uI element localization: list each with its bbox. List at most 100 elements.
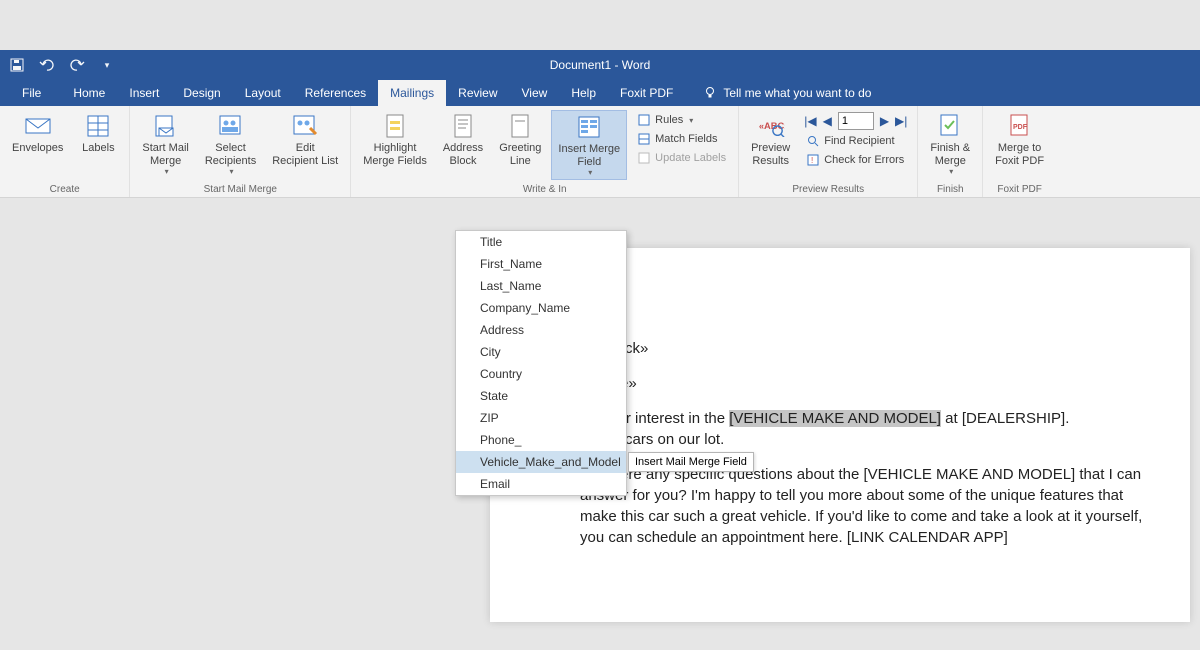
preview-results-button[interactable]: «ABC» Preview Results	[745, 110, 796, 169]
find-recipient-label: Find Recipient	[824, 135, 894, 147]
start-mail-merge-label: Start Mail Merge	[142, 142, 188, 167]
para-2: Are there any specific questions about t…	[580, 464, 1150, 548]
greeting-line-field: ingLine»	[580, 373, 1150, 394]
para-1: for your interest in the [VEHICLE MAKE A…	[580, 408, 1150, 450]
merge-field-option[interactable]: Company_Name	[456, 297, 626, 319]
edit-recipient-list-button[interactable]: Edit Recipient List	[266, 110, 344, 169]
lightbulb-icon	[703, 86, 717, 100]
find-recipient-button[interactable]: Find Recipient	[804, 133, 907, 149]
merge-field-option[interactable]: Phone_	[456, 429, 626, 451]
save-icon[interactable]	[8, 56, 26, 74]
qat-customize-icon[interactable]: ▾	[98, 56, 116, 74]
svg-text:PDF: PDF	[1013, 124, 1028, 131]
recipients-icon	[217, 112, 245, 140]
match-fields-icon	[637, 132, 651, 146]
merge-field-option[interactable]: State	[456, 385, 626, 407]
tab-review[interactable]: Review	[446, 80, 509, 106]
tab-references[interactable]: References	[293, 80, 378, 106]
first-record-icon[interactable]: |◀	[804, 114, 816, 128]
prev-record-icon[interactable]: ◀	[823, 114, 832, 128]
tab-home[interactable]: Home	[61, 80, 117, 106]
merge-field-option[interactable]: ZIP	[456, 407, 626, 429]
menu-bar: File Home Insert Design Layout Reference…	[0, 80, 1200, 106]
merge-field-dropdown: TitleFirst_NameLast_NameCompany_NameAddr…	[455, 230, 627, 496]
select-recipients-button[interactable]: Select Recipients▾	[199, 110, 262, 178]
merge-field-option[interactable]: Vehicle_Make_and_Model	[456, 451, 626, 473]
address-block-icon	[449, 112, 477, 140]
insert-merge-field-label: Insert Merge Field	[558, 143, 620, 168]
chevron-down-icon: ▾	[689, 116, 693, 125]
chevron-down-icon: ▾	[949, 167, 953, 176]
finish-merge-button[interactable]: Finish & Merge▾	[924, 110, 976, 178]
finish-merge-label: Finish & Merge	[930, 142, 970, 167]
labels-icon	[84, 112, 112, 140]
greeting-line-label: Greeting Line	[499, 142, 541, 167]
merge-field-option[interactable]: Last_Name	[456, 275, 626, 297]
tell-me-search[interactable]: Tell me what you want to do	[703, 80, 871, 106]
group-create-label: Create	[50, 184, 80, 195]
search-icon	[806, 134, 820, 148]
greeting-line-icon	[506, 112, 534, 140]
tell-me-label: Tell me what you want to do	[723, 86, 871, 100]
labels-button[interactable]: Labels	[73, 110, 123, 157]
select-recipients-label: Select Recipients	[205, 142, 256, 167]
tab-help[interactable]: Help	[559, 80, 608, 106]
match-fields-label: Match Fields	[655, 133, 717, 145]
update-labels-button: Update Labels	[635, 150, 728, 166]
tab-mailings[interactable]: Mailings	[378, 80, 446, 106]
highlight-merge-fields-button[interactable]: Highlight Merge Fields	[357, 110, 433, 169]
tab-design[interactable]: Design	[171, 80, 232, 106]
selected-text: [VEHICLE MAKE AND MODEL]	[729, 410, 941, 427]
group-start-label: Start Mail Merge	[204, 184, 277, 195]
envelopes-button[interactable]: Envelopes	[6, 110, 69, 157]
merge-field-option[interactable]: First_Name	[456, 253, 626, 275]
address-block-button[interactable]: Address Block	[437, 110, 489, 169]
merge-field-option[interactable]: Email	[456, 473, 626, 495]
address-block-label: Address Block	[443, 142, 483, 167]
title-bar: ▾ Document1 - Word	[0, 50, 1200, 80]
merge-to-foxit-button[interactable]: PDF Merge to Foxit PDF	[989, 110, 1050, 169]
highlight-label: Highlight Merge Fields	[363, 142, 427, 167]
record-number-input[interactable]	[838, 112, 874, 130]
last-record-icon[interactable]: ▶|	[895, 114, 907, 128]
group-preview-results: «ABC» Preview Results |◀ ◀ ▶ ▶| Find Rec…	[739, 106, 918, 197]
ribbon: Envelopes Labels Create Start Mail Merge…	[0, 106, 1200, 198]
chevron-down-icon: ▾	[230, 167, 234, 176]
highlight-icon	[381, 112, 409, 140]
rules-button[interactable]: Rules ▾	[635, 112, 728, 128]
tooltip: Insert Mail Merge Field	[628, 452, 754, 472]
merge-field-option[interactable]: Country	[456, 363, 626, 385]
merge-field-option[interactable]: Address	[456, 319, 626, 341]
group-finish-label: Finish	[937, 184, 964, 195]
chevron-down-icon: ▾	[588, 168, 592, 177]
update-labels-label: Update Labels	[655, 152, 726, 164]
undo-icon[interactable]	[38, 56, 56, 74]
insert-merge-field-icon	[575, 113, 603, 141]
redo-icon[interactable]	[68, 56, 86, 74]
tab-file[interactable]: File	[10, 80, 53, 106]
next-record-icon[interactable]: ▶	[880, 114, 889, 128]
group-create: Envelopes Labels Create	[0, 106, 130, 197]
check-errors-label: Check for Errors	[824, 154, 904, 166]
match-fields-button[interactable]: Match Fields	[635, 131, 728, 147]
insert-merge-field-button[interactable]: Insert Merge Field▾	[551, 110, 627, 180]
group-finish: Finish & Merge▾ Finish	[918, 106, 983, 197]
merge-field-option[interactable]: Title	[456, 231, 626, 253]
start-mail-merge-button[interactable]: Start Mail Merge▾	[136, 110, 194, 178]
group-preview-label: Preview Results	[792, 184, 864, 195]
tab-layout[interactable]: Layout	[233, 80, 293, 106]
update-labels-icon	[637, 151, 651, 165]
group-start-mail-merge: Start Mail Merge▾ Select Recipients▾ Edi…	[130, 106, 351, 197]
envelope-icon	[24, 112, 52, 140]
tab-insert[interactable]: Insert	[117, 80, 171, 106]
merge-field-option[interactable]: City	[456, 341, 626, 363]
tab-view[interactable]: View	[510, 80, 560, 106]
group-write-insert: Highlight Merge Fields Address Block Gre…	[351, 106, 739, 197]
tab-foxit-pdf[interactable]: Foxit PDF	[608, 80, 685, 106]
chevron-down-icon: ▾	[165, 167, 169, 176]
merge-to-foxit-label: Merge to Foxit PDF	[995, 142, 1044, 167]
check-errors-button[interactable]: ! Check for Errors	[804, 152, 907, 168]
rules-label: Rules	[655, 114, 683, 126]
preview-results-label: Preview Results	[751, 142, 790, 167]
greeting-line-button[interactable]: Greeting Line	[493, 110, 547, 169]
